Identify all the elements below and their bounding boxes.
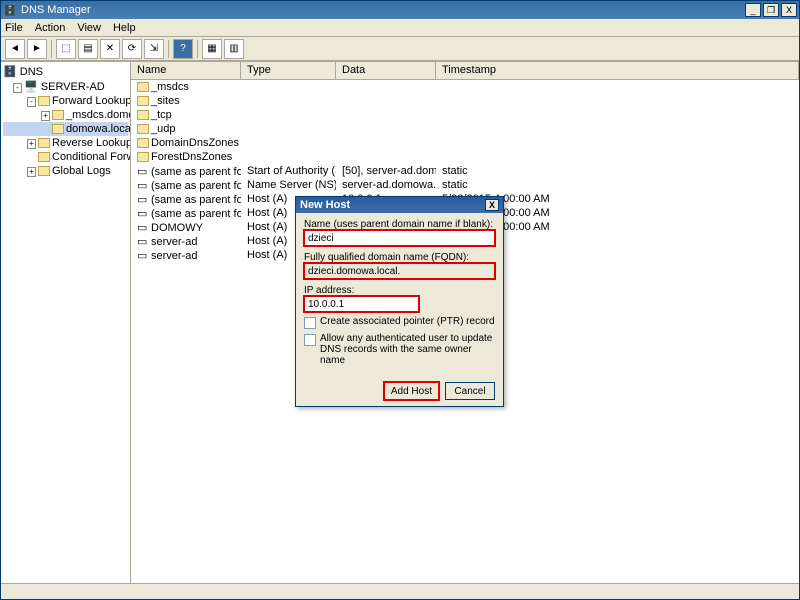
tree-pane[interactable]: 🗄️ DNS -🖥️ SERVER-AD -Forward Lookup Zon… <box>1 62 131 583</box>
export-button[interactable]: ⇲ <box>144 39 164 59</box>
menubar: File Action View Help <box>1 19 799 37</box>
minimize-button[interactable]: _ <box>745 3 761 17</box>
table-row[interactable]: _udp <box>131 122 799 136</box>
table-row[interactable]: ForestDnsZones <box>131 150 799 164</box>
col-type[interactable]: Type <box>241 62 336 79</box>
show-hide-button[interactable]: ▤ <box>78 39 98 59</box>
titlebar: 🗄️ DNS Manager _ ❐ X <box>1 1 799 19</box>
window-title: DNS Manager <box>21 4 91 16</box>
tree-cf[interactable]: +Conditional Forwarders <box>3 150 128 164</box>
menu-action[interactable]: Action <box>35 22 66 34</box>
column-headers: Name Type Data Timestamp <box>131 62 799 80</box>
col-name[interactable]: Name <box>131 62 241 79</box>
menu-help[interactable]: Help <box>113 22 136 34</box>
menu-view[interactable]: View <box>77 22 101 34</box>
ip-input[interactable] <box>304 296 419 312</box>
tree-flz[interactable]: -Forward Lookup Zones <box>3 94 128 108</box>
col-timestamp[interactable]: Timestamp <box>436 62 799 79</box>
table-row[interactable]: ▭(same as parent folder)Start of Authori… <box>131 164 799 178</box>
folder-icon <box>137 152 149 162</box>
tree-root[interactable]: 🗄️ DNS <box>3 64 128 79</box>
col-data[interactable]: Data <box>336 62 436 79</box>
ptr-label: Create associated pointer (PTR) record <box>320 316 495 327</box>
tree-gl[interactable]: +Global Logs <box>3 164 128 178</box>
statusbar <box>1 583 799 599</box>
dialog-titlebar: New Host X <box>296 197 503 213</box>
fqdn-label: Fully qualified domain name (FQDN): <box>304 252 495 263</box>
folder-icon <box>137 124 149 134</box>
record-icon: ▭ <box>137 249 151 262</box>
ptr-checkbox[interactable] <box>304 317 316 329</box>
folder-icon <box>137 96 149 106</box>
app-icon: 🗄️ <box>3 3 17 17</box>
dialog-close-button[interactable]: X <box>485 199 499 211</box>
folder-icon <box>137 138 149 148</box>
record-icon: ▭ <box>137 235 151 248</box>
delete-button[interactable]: ✕ <box>100 39 120 59</box>
record-icon: ▭ <box>137 207 151 220</box>
table-row[interactable]: _sites <box>131 94 799 108</box>
toolbar: ◄ ► ⬚ ▤ ✕ ⟳ ⇲ ? ▦ ▥ <box>1 37 799 61</box>
new-host-dialog: New Host X Name (uses parent domain name… <box>295 196 504 407</box>
table-row[interactable]: _tcp <box>131 108 799 122</box>
dns-manager-window: 🗄️ DNS Manager _ ❐ X File Action View He… <box>0 0 800 600</box>
up-button[interactable]: ⬚ <box>56 39 76 59</box>
folder-icon <box>137 110 149 120</box>
maximize-button[interactable]: ❐ <box>763 3 779 17</box>
refresh-button[interactable]: ⟳ <box>122 39 142 59</box>
folder-icon <box>137 82 149 92</box>
fqdn-input <box>304 263 495 279</box>
close-button[interactable]: X <box>781 3 797 17</box>
tree-server[interactable]: -🖥️ SERVER-AD <box>3 79 128 94</box>
add-host-button[interactable]: Add Host <box>384 382 439 400</box>
tree-zone-domowa[interactable]: +domowa.local <box>3 122 128 136</box>
tree-rlz[interactable]: +Reverse Lookup Zones <box>3 136 128 150</box>
forward-button[interactable]: ► <box>27 39 47 59</box>
cancel-button[interactable]: Cancel <box>445 382 495 400</box>
name-input[interactable] <box>304 230 495 246</box>
record-icon: ▭ <box>137 165 151 178</box>
tree-zone-msdcs[interactable]: +_msdcs.domowa.local <box>3 108 128 122</box>
record-icon: ▭ <box>137 179 151 192</box>
auth-checkbox[interactable] <box>304 334 316 346</box>
ip-label: IP address: <box>304 285 495 296</box>
table-row[interactable]: DomainDnsZones <box>131 136 799 150</box>
name-label: Name (uses parent domain name if blank): <box>304 219 495 230</box>
record-icon: ▭ <box>137 221 151 234</box>
dialog-title: New Host <box>300 199 350 211</box>
record-icon: ▭ <box>137 193 151 206</box>
table-row[interactable]: ▭(same as parent folder)Name Server (NS)… <box>131 178 799 192</box>
menu-file[interactable]: File <box>5 22 23 34</box>
auth-label: Allow any authenticated user to update D… <box>320 333 495 366</box>
filter-button[interactable]: ▥ <box>224 39 244 59</box>
properties-button[interactable]: ▦ <box>202 39 222 59</box>
back-button[interactable]: ◄ <box>5 39 25 59</box>
table-row[interactable]: _msdcs <box>131 80 799 94</box>
help-button[interactable]: ? <box>173 39 193 59</box>
